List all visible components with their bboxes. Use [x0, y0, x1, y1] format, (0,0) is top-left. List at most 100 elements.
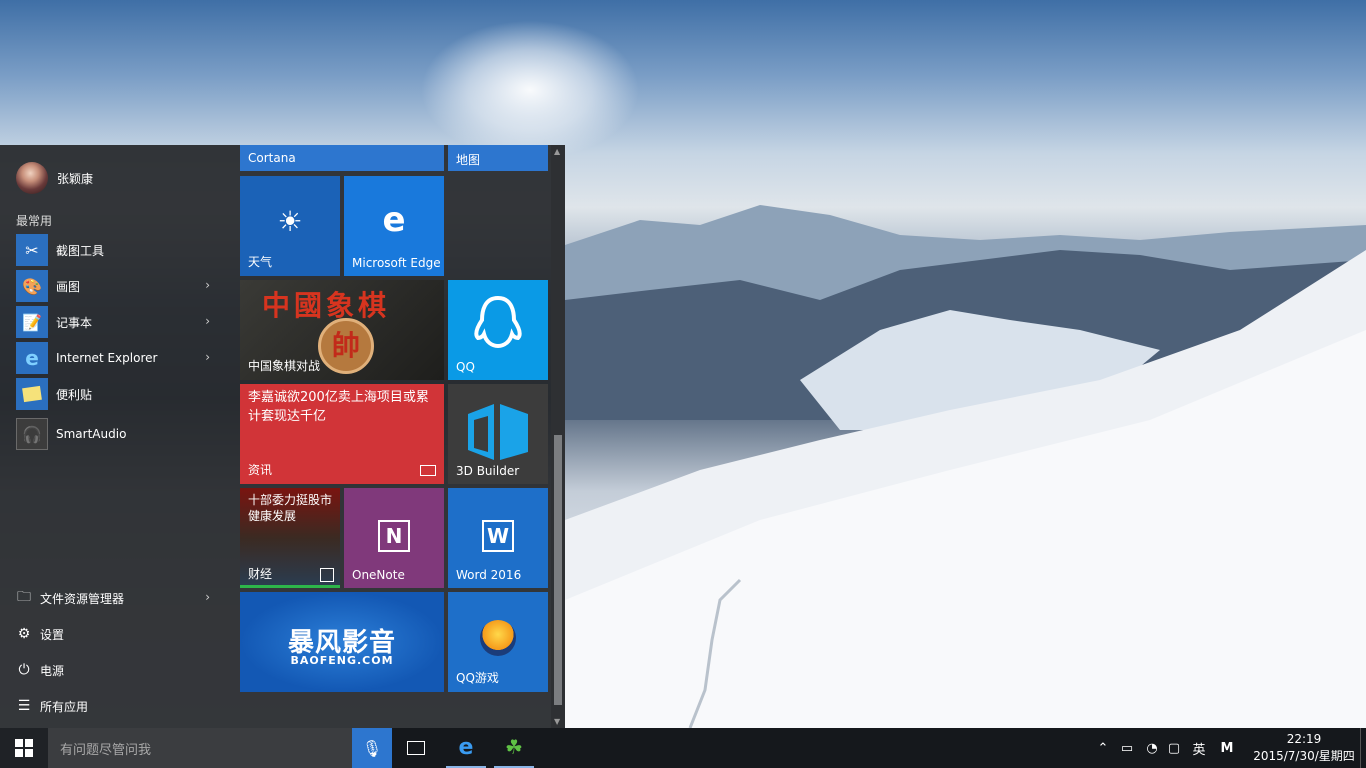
app-snipping-tool[interactable]: ✂ 截图工具	[16, 234, 226, 266]
action-center-icon[interactable]: ▢	[1164, 728, 1184, 768]
sys-label: 所有应用	[40, 699, 89, 714]
tile-cortana[interactable]: Cortana	[240, 145, 444, 171]
internet-explorer-icon: e	[16, 342, 48, 374]
tile-label: Word 2016	[456, 568, 522, 582]
app-label: SmartAudio	[56, 427, 127, 441]
tile-label: 资讯	[248, 463, 273, 477]
sys-label: 电源	[40, 663, 65, 678]
app-internet-explorer[interactable]: e Internet Explorer ›	[16, 342, 226, 374]
sys-label: 文件资源管理器	[40, 591, 125, 606]
battery-icon[interactable]: ▭	[1116, 728, 1138, 768]
tile-label: Cortana	[248, 151, 296, 165]
chevron-right-icon[interactable]: ›	[205, 590, 210, 604]
tile-label: 财经	[248, 567, 273, 581]
3d-builder-icon	[468, 404, 528, 460]
tile-label: QQ	[456, 360, 475, 374]
tile-chinese-chess[interactable]: 中國象棋 帥 中国象棋对战	[240, 280, 444, 380]
taskbar-clover-app[interactable]: ☘	[494, 728, 534, 768]
microphone-button[interactable]: 🎙	[352, 728, 392, 768]
app-label: 截图工具	[56, 243, 105, 258]
start-menu: 张颖康 最常用 ✂ 截图工具 🎨 画图 › 📝 记事本 › e Internet…	[0, 145, 565, 728]
clock-date: 2015/7/30/星期四	[1253, 749, 1355, 763]
tile-3d-builder[interactable]: 3D Builder	[448, 384, 548, 484]
app-paint[interactable]: 🎨 画图 ›	[16, 270, 226, 302]
input-method-icon[interactable]: M	[1216, 728, 1238, 768]
app-notepad[interactable]: 📝 记事本 ›	[16, 306, 226, 338]
taskbar-edge[interactable]: e	[446, 728, 486, 768]
ime-indicator[interactable]: 英	[1188, 728, 1210, 768]
tile-maps[interactable]: 地图	[448, 145, 548, 171]
most-used-heading: 最常用	[16, 214, 53, 228]
edge-icon: e	[458, 734, 474, 760]
onenote-icon: N	[378, 520, 410, 552]
clock[interactable]: 22:19 2015/7/30/星期四	[1248, 731, 1360, 765]
app-sticky-notes[interactable]: 便利贴	[16, 378, 226, 410]
chart-icon	[320, 568, 334, 582]
settings-item[interactable]: ⚙ 设置	[16, 620, 226, 648]
news-headline: 李嘉诚欲200亿卖上海项目或累计套现达千亿	[248, 390, 429, 424]
app-label: 便利贴	[56, 387, 93, 402]
taskbar: 有问题尽管问我 🎙 e ☘ ⌃ ▭ ◔ ▢ 英 M 22:19 2015/7/3…	[0, 728, 1366, 768]
newspaper-icon	[420, 465, 436, 476]
tile-edge[interactable]: e Microsoft Edge	[344, 176, 444, 276]
file-explorer-item[interactable]: 🗀 文件资源管理器 ›	[16, 584, 226, 612]
scroll-up-icon[interactable]: ▲	[554, 147, 560, 156]
task-view-button[interactable]	[396, 728, 436, 768]
tile-baofeng[interactable]: 暴风影音 BAOFENG.COM	[240, 592, 444, 692]
tile-label: 3D Builder	[456, 464, 520, 478]
app-label: Internet Explorer	[56, 351, 158, 365]
tile-qq-game[interactable]: QQ游戏	[448, 592, 548, 692]
app-label: 记事本	[56, 315, 93, 330]
sys-label: 设置	[40, 627, 65, 642]
task-view-icon	[407, 741, 425, 755]
tile-weather[interactable]: ☀ 天气	[240, 176, 340, 276]
chess-piece-icon: 帥	[318, 318, 374, 374]
start-button[interactable]	[0, 728, 48, 768]
chevron-right-icon[interactable]: ›	[205, 350, 210, 364]
tile-news[interactable]: 李嘉诚欲200亿卖上海项目或累计套现达千亿 资讯	[240, 384, 444, 484]
chevron-up-icon: ⌃	[1097, 740, 1109, 756]
power-icon: ⏻	[18, 662, 30, 678]
network-icon[interactable]: ◔	[1142, 728, 1162, 768]
show-hidden-icons[interactable]: ⌃	[1094, 728, 1112, 768]
clover-icon: ☘	[505, 735, 523, 759]
sticky-notes-icon	[16, 378, 48, 410]
chevron-right-icon[interactable]: ›	[205, 314, 210, 328]
chevron-right-icon[interactable]: ›	[205, 278, 210, 292]
start-left-column: 张颖康 最常用 ✂ 截图工具 🎨 画图 › 📝 记事本 › e Internet…	[0, 145, 236, 728]
cortana-search-box[interactable]: 有问题尽管问我	[48, 728, 352, 768]
start-scrollbar[interactable]: ▲ ▼	[551, 145, 565, 728]
app-smartaudio[interactable]: 🎧 SmartAudio	[16, 418, 226, 450]
tile-label: 天气	[248, 255, 273, 269]
tile-onenote[interactable]: N OneNote	[344, 488, 444, 588]
all-apps-icon: ☰	[17, 698, 31, 714]
show-desktop-button[interactable]	[1360, 728, 1366, 768]
sun-icon: ☀	[277, 205, 303, 238]
notepad-icon: 📝	[16, 306, 48, 338]
word-icon: W	[482, 520, 514, 552]
user-account[interactable]: 张颖康	[16, 162, 93, 194]
tile-word[interactable]: W Word 2016	[448, 488, 548, 588]
finance-headline: 十部委力挺股市健康发展	[248, 493, 333, 523]
qq-game-icon	[480, 620, 516, 656]
avatar	[16, 162, 48, 194]
windows-logo-icon	[15, 739, 33, 757]
scroll-thumb[interactable]	[554, 435, 562, 705]
user-name: 张颖康	[57, 171, 94, 186]
tile-label: 中国象棋对战	[248, 359, 321, 373]
baofeng-url: BAOFENG.COM	[290, 654, 394, 667]
tile-label: QQ游戏	[456, 671, 499, 685]
tile-label: 地图	[456, 153, 481, 167]
chess-banner: 中國象棋	[262, 289, 391, 322]
snipping-tool-icon: ✂	[16, 234, 48, 266]
search-placeholder: 有问题尽管问我	[60, 742, 152, 758]
power-item[interactable]: ⏻ 电源	[16, 656, 226, 684]
smartaudio-icon: 🎧	[16, 418, 48, 450]
all-apps-item[interactable]: ☰ 所有应用	[16, 692, 226, 720]
scroll-down-icon[interactable]: ▼	[554, 717, 560, 726]
tile-label: OneNote	[352, 568, 405, 582]
file-explorer-icon: 🗀	[17, 589, 31, 605]
app-label: 画图	[56, 279, 81, 294]
tile-qq[interactable]: QQ	[448, 280, 548, 380]
tile-finance[interactable]: 十部委力挺股市健康发展 财经	[240, 488, 340, 588]
